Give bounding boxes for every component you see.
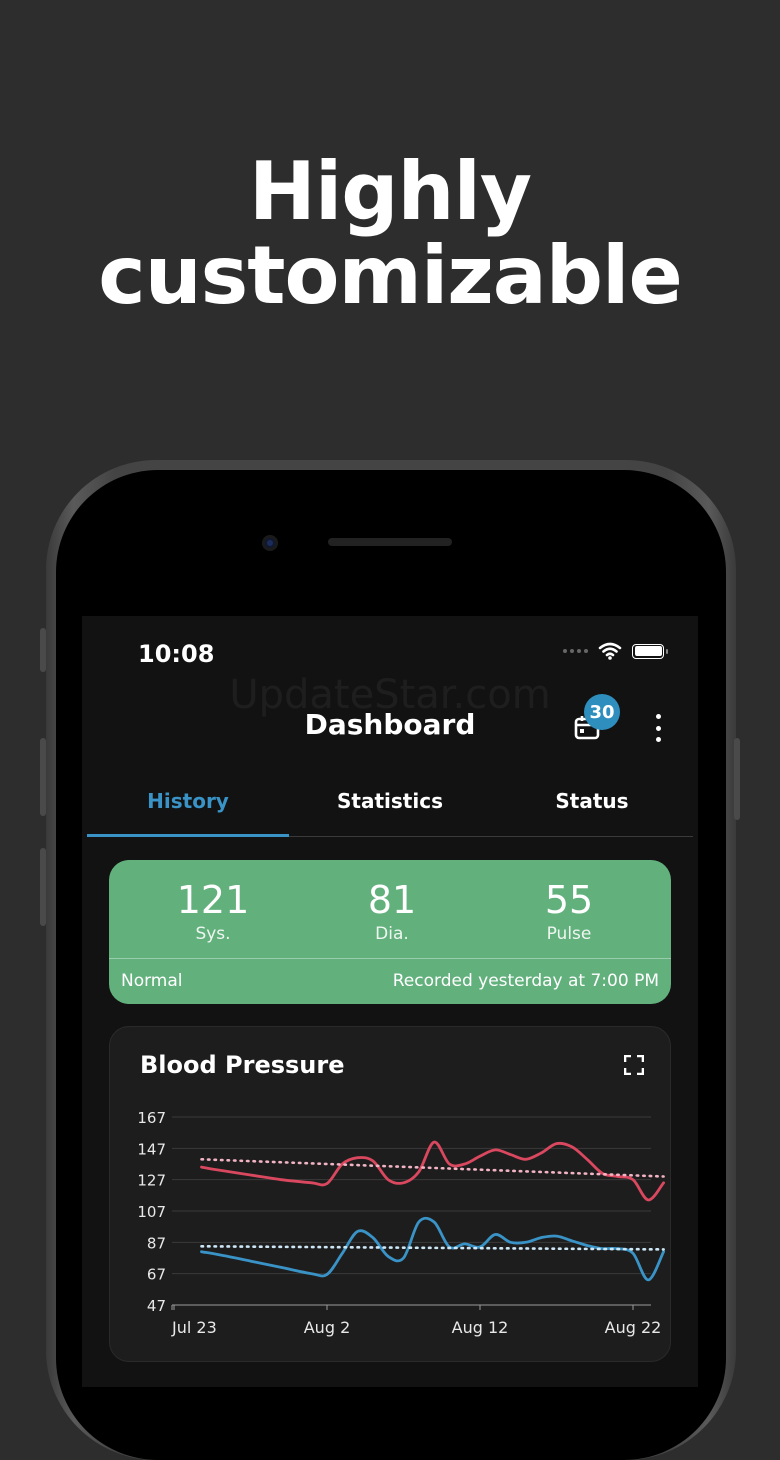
x-tick-label: Aug 22 [605,1318,662,1337]
systolic-cell: 121 Sys. [143,876,283,944]
tab-bar: History Statistics Status [87,776,693,837]
x-tick-label: Aug 12 [452,1318,509,1337]
summary-divider [109,958,671,959]
earpiece-speaker [328,538,452,546]
diastolic-label: Dia. [375,924,409,944]
phone-power-button [734,738,740,820]
wifi-icon [598,642,622,660]
phone-volume-down [40,848,46,926]
headline-line1: Highly [248,145,532,238]
pulse-label: Pulse [546,924,592,944]
series-line-0 [200,1140,665,1202]
y-tick-label: 147 [137,1140,166,1158]
diastolic-cell: 81 Dia. [322,876,462,944]
battery-icon [632,643,668,659]
status-text: Normal [121,971,183,991]
blood-pressure-chart: 167 147 127 107 87 67 47 Jul 23 Aug 2 Aug 12 Aug 2… [137,1109,665,1337]
x-tick-label: Jul 23 [171,1318,217,1337]
y-tick-label: 47 [147,1297,166,1315]
latest-reading-card[interactable]: 121 Sys. 81 Dia. 55 Pulse Normal Recorde… [109,860,671,1004]
status-time: 10:08 [138,640,215,668]
phone-volume-up [40,738,46,816]
diastolic-value: 81 [367,878,417,922]
y-tick-label: 127 [137,1172,166,1190]
systolic-label: Sys. [195,924,231,944]
headline-line2: customizable [98,229,682,322]
y-tick-label: 87 [147,1234,166,1252]
pulse-cell: 55 Pulse [499,876,639,944]
tab-statistics[interactable]: Statistics [289,776,491,836]
more-vertical-icon[interactable] [652,714,664,742]
blood-pressure-card[interactable]: Blood Pressure 167 147 127 107 87 67 47 Jul 23 A… [109,1026,671,1362]
calendar-badge[interactable]: 30 [584,694,620,730]
tab-history[interactable]: History [87,776,289,837]
tab-status[interactable]: Status [491,776,693,836]
app-screen: 10:08 UpdateStar.com Dashboard 30 Histor… [82,616,698,1387]
signal-icon [563,649,588,653]
y-tick-label: 167 [137,1109,166,1127]
recorded-time: Recorded yesterday at 7:00 PM [392,971,659,991]
headline: Highly customizable [0,150,780,318]
status-icons [563,642,668,660]
front-camera [262,535,278,551]
y-tick-label: 107 [137,1203,166,1221]
x-tick-label: Aug 2 [304,1318,351,1337]
y-tick-label: 67 [147,1266,166,1284]
phone-mute-switch [40,628,46,672]
pulse-value: 55 [544,878,594,922]
systolic-value: 121 [176,878,250,922]
